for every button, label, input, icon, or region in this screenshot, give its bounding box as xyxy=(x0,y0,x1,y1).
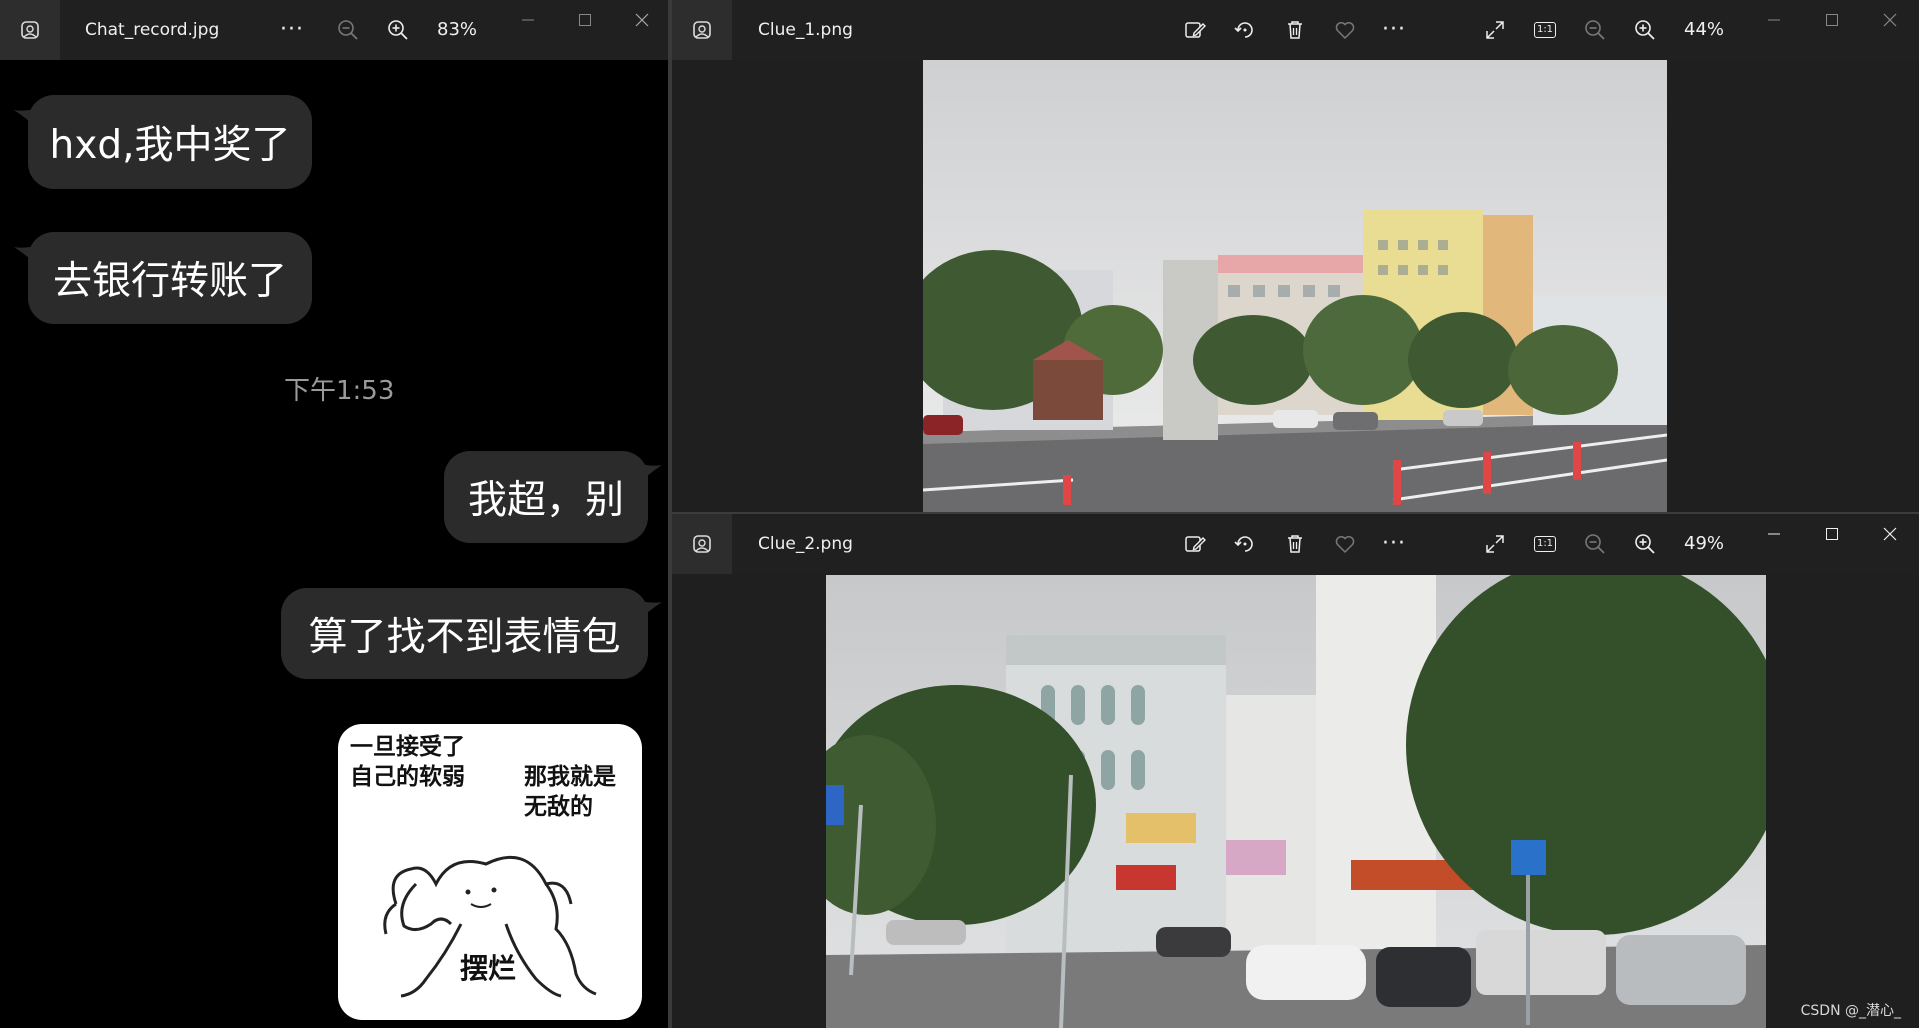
photos-app-icon[interactable] xyxy=(672,514,732,574)
actual-size-icon[interactable]: 1:1 xyxy=(1530,15,1560,45)
message-text: 我超，别 xyxy=(467,478,624,523)
message-bubble-sent: 我超，别 xyxy=(444,451,648,543)
message-bubble-received: 去银行转账了 xyxy=(28,232,312,324)
zoom-out-icon[interactable] xyxy=(333,15,363,45)
file-name: Clue_2.png xyxy=(758,534,853,554)
maximize-icon[interactable] xyxy=(565,8,605,32)
message-bubble-sent: 算了找不到表情包 xyxy=(281,588,648,679)
minimize-icon[interactable] xyxy=(1754,8,1794,32)
sticker-caption: 一旦接受了 自己的软弱 xyxy=(350,734,465,790)
close-icon[interactable] xyxy=(1870,8,1910,32)
bubble-tail xyxy=(636,600,662,622)
photos-app-icon[interactable] xyxy=(672,0,732,60)
minimize-icon[interactable] xyxy=(508,8,548,32)
more-options-button[interactable]: ··· xyxy=(1382,514,1406,574)
file-name: Chat_record.jpg xyxy=(85,20,220,40)
zoom-in-icon[interactable] xyxy=(1630,15,1660,45)
zoom-in-icon[interactable] xyxy=(1630,529,1660,559)
message-text: hxd,我中奖了 xyxy=(49,123,291,168)
delete-icon[interactable] xyxy=(1280,15,1310,45)
maximize-icon[interactable] xyxy=(1812,8,1852,32)
message-text: 去银行转账了 xyxy=(52,259,287,304)
actual-size-label: 1:1 xyxy=(1533,22,1557,38)
more-options-button[interactable]: ··· xyxy=(280,0,304,60)
edit-image-icon[interactable] xyxy=(1180,15,1210,45)
sticker-caption: 摆烂 xyxy=(460,952,517,985)
maximize-icon[interactable] xyxy=(1812,522,1852,546)
chat-record-window: Chat_record.jpg ··· 83% hxd,我中奖了 去银行转账了 … xyxy=(0,0,668,1028)
zoom-level[interactable]: 83% xyxy=(437,0,477,60)
titlebar: Chat_record.jpg ··· 83% xyxy=(0,0,668,60)
clue-2-photo xyxy=(826,575,1766,1028)
minimize-icon[interactable] xyxy=(1754,522,1794,546)
bubble-tail xyxy=(636,463,662,485)
rotate-icon[interactable] xyxy=(1230,529,1260,559)
sticker-caption: 那我就是 无敌的 xyxy=(524,764,616,820)
actual-size-label: 1:1 xyxy=(1533,536,1557,552)
edit-image-icon[interactable] xyxy=(1180,529,1210,559)
zoom-out-icon[interactable] xyxy=(1580,15,1610,45)
close-icon[interactable] xyxy=(1870,522,1910,546)
delete-icon[interactable] xyxy=(1280,529,1310,559)
clue-2-window: Clue_2.png ··· 1:1 49% CSDN @_潜心_ xyxy=(672,514,1919,1028)
expand-icon[interactable] xyxy=(1480,529,1510,559)
rotate-icon[interactable] xyxy=(1230,15,1260,45)
titlebar: Clue_1.png ··· 1:1 44% xyxy=(672,0,1919,60)
timestamp: 下午1:53 xyxy=(284,376,395,406)
message-text: 算了找不到表情包 xyxy=(308,614,621,660)
clue-1-photo xyxy=(923,60,1667,512)
file-name: Clue_1.png xyxy=(758,20,853,40)
clue-1-window: Clue_1.png ··· 1:1 44% xyxy=(672,0,1919,512)
titlebar: Clue_2.png ··· 1:1 49% xyxy=(672,514,1919,574)
chat-image: hxd,我中奖了 去银行转账了 下午1:53 我超，别 算了找不到表情包 一旦接… xyxy=(6,60,662,1028)
zoom-level[interactable]: 49% xyxy=(1684,514,1724,574)
sticker-image: 一旦接受了 自己的软弱 那我就是 无敌的 摆烂 xyxy=(338,724,642,1020)
message-bubble-received: hxd,我中奖了 xyxy=(28,95,312,189)
watermark: CSDN @_潜心_ xyxy=(1800,1003,1901,1019)
photos-app-icon[interactable] xyxy=(0,0,60,60)
zoom-level[interactable]: 44% xyxy=(1684,0,1724,60)
actual-size-icon[interactable]: 1:1 xyxy=(1530,529,1560,559)
zoom-out-icon[interactable] xyxy=(1580,529,1610,559)
close-icon[interactable] xyxy=(622,8,662,32)
expand-icon[interactable] xyxy=(1480,15,1510,45)
heart-icon[interactable] xyxy=(1330,529,1360,559)
zoom-in-icon[interactable] xyxy=(383,15,413,45)
more-options-button[interactable]: ··· xyxy=(1382,0,1406,60)
heart-icon[interactable] xyxy=(1330,15,1360,45)
